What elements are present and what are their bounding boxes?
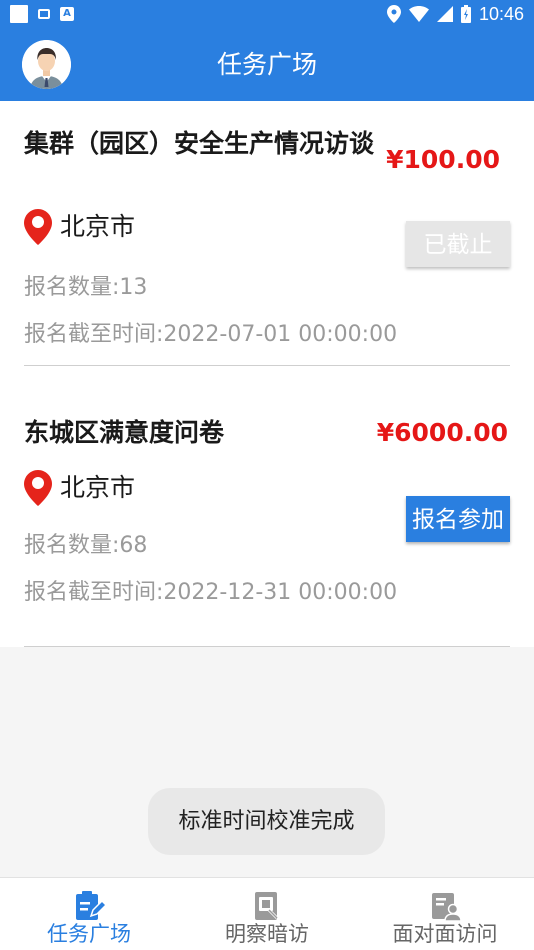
tab-face-to-face[interactable]: 面对面访问 xyxy=(356,878,534,950)
location-text: 北京市 xyxy=(60,212,136,241)
task-card[interactable]: 东城区满意度问卷 ¥6000.00 北京市 报名数量:68 报名截至时间:202… xyxy=(24,374,510,647)
signal-icon xyxy=(436,6,453,22)
notification-square-icon xyxy=(10,5,28,23)
expired-button: 已截止 xyxy=(406,221,510,267)
task-price: ¥6000.00 xyxy=(376,418,508,447)
task-price: ¥100.00 xyxy=(386,145,500,174)
location-pin-icon xyxy=(24,209,52,245)
tab-label: 任务广场 xyxy=(47,922,131,946)
tab-task-square[interactable]: 任务广场 xyxy=(0,878,178,950)
location-text: 北京市 xyxy=(60,473,136,502)
tab-inspection[interactable]: 明察暗访 xyxy=(178,878,356,950)
divider xyxy=(24,365,510,366)
task-edit-icon xyxy=(76,891,105,920)
signup-count: 报名数量:13 xyxy=(24,275,148,300)
interview-icon xyxy=(432,893,461,922)
tab-label: 明察暗访 xyxy=(225,922,309,946)
app-bar: 任务广场 xyxy=(0,28,534,101)
status-bar: A 10:46 xyxy=(0,0,534,28)
location-status-icon xyxy=(386,5,401,23)
signup-deadline: 报名截至时间:2022-07-01 00:00:00 xyxy=(24,322,398,347)
sd-card-icon xyxy=(38,9,50,19)
status-time: 10:46 xyxy=(478,4,524,24)
tab-label: 面对面访问 xyxy=(392,922,498,946)
wifi-icon xyxy=(408,6,429,22)
task-list: 集群（园区）安全生产情况访谈 ¥100.00 北京市 报名数量:13 报名截至时… xyxy=(0,101,534,647)
page-title: 任务广场 xyxy=(216,50,317,79)
inspection-icon xyxy=(255,892,279,920)
signup-button[interactable]: 报名参加 xyxy=(406,496,510,542)
battery-icon xyxy=(460,5,471,23)
font-a-icon: A xyxy=(60,7,74,21)
task-location: 北京市 xyxy=(24,470,135,506)
toast-message: 标准时间校准完成 xyxy=(148,788,385,855)
signup-deadline: 报名截至时间:2022-12-31 00:00:00 xyxy=(24,580,398,605)
task-title: 集群（园区）安全生产情况访谈 xyxy=(24,129,375,158)
location-pin-icon xyxy=(24,470,52,506)
bottom-tab-bar: 任务广场 明察暗访 面对面访问 xyxy=(0,877,534,950)
divider xyxy=(24,646,510,647)
task-location: 北京市 xyxy=(24,209,135,245)
task-card[interactable]: 集群（园区）安全生产情况访谈 ¥100.00 北京市 报名数量:13 报名截至时… xyxy=(24,101,510,366)
signup-count: 报名数量:68 xyxy=(24,533,148,558)
task-title: 东城区满意度问卷 xyxy=(24,418,225,447)
